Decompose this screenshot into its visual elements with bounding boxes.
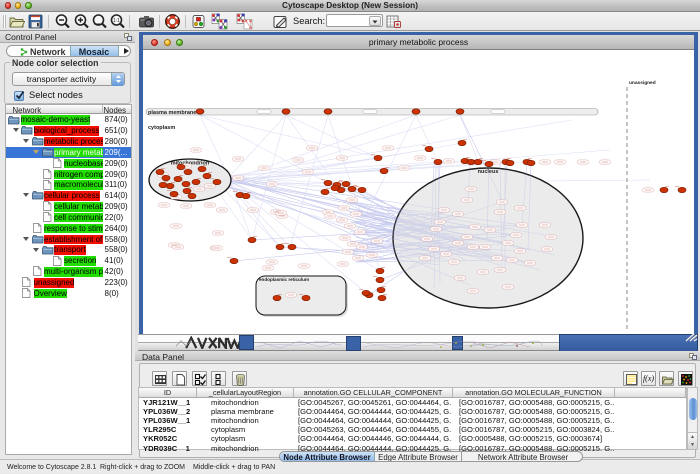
- svg-text:endoplasmic reticulum: endoplasmic reticulum: [259, 277, 309, 282]
- svg-text:cytoplasm: cytoplasm: [148, 125, 175, 131]
- svg-text:plasma membrane: plasma membrane: [148, 110, 196, 116]
- svg-text:1:1: 1:1: [113, 18, 120, 24]
- svg-text:unassigned: unassigned: [629, 80, 656, 86]
